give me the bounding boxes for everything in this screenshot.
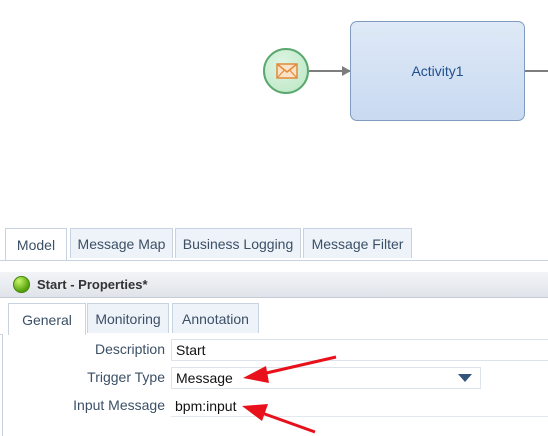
tab-business-logging[interactable]: Business Logging bbox=[175, 228, 301, 258]
tab-label: Message Map bbox=[77, 235, 166, 252]
input-message-label: Input Message bbox=[73, 397, 165, 413]
tab-message-filter[interactable]: Message Filter bbox=[303, 228, 412, 258]
general-form: Description Start Trigger Type Message I… bbox=[2, 334, 548, 436]
tab-annotation[interactable]: Annotation bbox=[172, 303, 259, 333]
tab-monitoring[interactable]: Monitoring bbox=[87, 303, 169, 333]
properties-title: Start - Properties* bbox=[37, 277, 148, 292]
tab-label: Message Filter bbox=[311, 235, 404, 252]
input-message-value: bpm:input bbox=[175, 397, 237, 414]
message-start-event[interactable] bbox=[263, 48, 309, 94]
tab-label: Annotation bbox=[182, 310, 249, 327]
description-value: Start bbox=[176, 342, 206, 358]
tab-label: General bbox=[22, 311, 72, 328]
green-dot-icon bbox=[13, 276, 30, 293]
process-canvas[interactable]: Activity1 bbox=[0, 0, 548, 228]
properties-panel: Start - Properties* General Monitoring A… bbox=[0, 272, 548, 436]
tab-label: Monitoring bbox=[95, 310, 161, 327]
trigger-type-value: Message bbox=[176, 370, 233, 386]
tab-message-map[interactable]: Message Map bbox=[70, 228, 173, 258]
trigger-type-label: Trigger Type bbox=[87, 369, 165, 385]
tab-model[interactable]: Model bbox=[5, 228, 67, 260]
sequence-flow-line-outgoing[interactable] bbox=[525, 70, 548, 72]
activity-label: Activity1 bbox=[411, 63, 464, 79]
tab-general[interactable]: General bbox=[8, 303, 86, 335]
tab-label: Model bbox=[16, 236, 56, 253]
description-label: Description bbox=[94, 341, 165, 357]
trigger-type-select[interactable]: Message bbox=[171, 367, 481, 389]
chevron-down-icon[interactable] bbox=[450, 368, 480, 388]
envelope-icon bbox=[276, 63, 298, 79]
tab-label: Business Logging bbox=[182, 235, 294, 252]
properties-tab-bar: General Monitoring Annotation bbox=[0, 303, 548, 335]
activity-task[interactable]: Activity1 bbox=[350, 21, 525, 121]
description-input[interactable]: Start bbox=[171, 339, 548, 361]
editor-tab-bar: Model Message Map Business Logging Messa… bbox=[0, 228, 548, 261]
input-message-input[interactable]: bpm:input bbox=[171, 395, 548, 417]
properties-header: Start - Properties* bbox=[0, 272, 548, 298]
